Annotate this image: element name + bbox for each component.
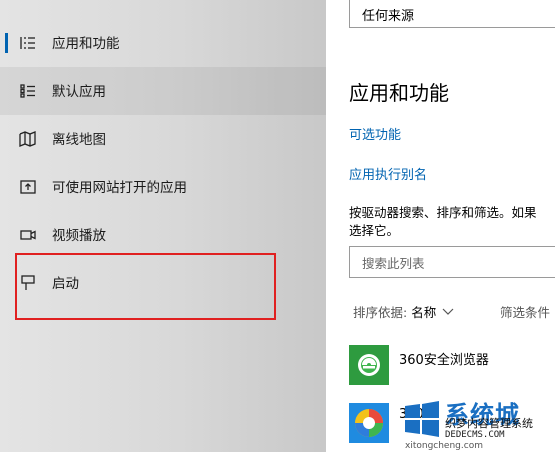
sidebar-item-video-playback[interactable]: 视频播放 [0,211,326,259]
apps-features-icon [18,33,38,53]
watermark-domain: DEDECMS.COM [445,430,505,440]
360-browser-icon [349,345,389,385]
app-list-item[interactable]: 360安全浏览器 [349,345,555,385]
search-list-input[interactable] [360,253,555,273]
sidebar-item-offline-maps[interactable]: 离线地图 [0,115,326,163]
windows-logo-icon [405,401,439,437]
watermark-url: xitongcheng.com [405,441,483,451]
page-title: 应用和功能 [349,81,449,105]
sidebar-item-label: 离线地图 [52,132,106,148]
selected-indicator [5,33,8,53]
sidebar-item-default-apps[interactable]: 默认应用 [0,67,326,115]
sidebar-item-label: 应用和功能 [52,36,120,52]
filter-by-dropdown[interactable]: 筛选条件 [500,302,550,321]
settings-sidebar: 应用和功能 默认应用 离线地图 可使用网站打开的应用 视频播放 启动 [0,0,326,452]
sidebar-item-apps-for-websites[interactable]: 可使用网站打开的应用 [0,163,326,211]
app-execution-alias-link[interactable]: 应用执行别名 [349,164,427,183]
sidebar-item-label: 视频播放 [52,228,106,244]
app-source-select[interactable]: 任何来源 [349,0,555,28]
annotation-highlight-box [15,253,276,320]
sort-value: 名称 [411,305,437,320]
description-text: 按驱动器搜索、排序和筛选。如果 选择它。 [349,205,537,238]
main-content: 任何来源 应用和功能 可选功能 应用执行别名 按驱动器搜索、排序和筛选。如果 选… [326,0,555,452]
site-watermark: 系统城 织梦内容管理系统 DEDECMS.COM xitongcheng.com [400,395,555,452]
sidebar-item-apps-features[interactable]: 应用和功能 [0,19,326,67]
360-app-icon [349,403,389,443]
watermark-subtitle: 织梦内容管理系统 [445,417,533,430]
apps-for-websites-icon [18,177,38,197]
sidebar-item-label: 可使用网站打开的应用 [52,180,187,196]
video-playback-icon [18,225,38,245]
sort-label: 排序依据: [353,305,408,320]
sort-by-dropdown[interactable]: 排序依据: 名称 [353,302,454,321]
chevron-down-icon [442,308,454,315]
offline-maps-icon [18,129,38,149]
app-name: 360安全浏览器 [399,353,489,368]
default-apps-icon [18,81,38,101]
optional-features-link[interactable]: 可选功能 [349,124,401,143]
search-list-box[interactable] [349,246,555,278]
select-value: 任何来源 [362,9,415,24]
filter-description: 按驱动器搜索、排序和筛选。如果 选择它。 [349,204,555,240]
sidebar-item-label: 默认应用 [52,84,106,100]
